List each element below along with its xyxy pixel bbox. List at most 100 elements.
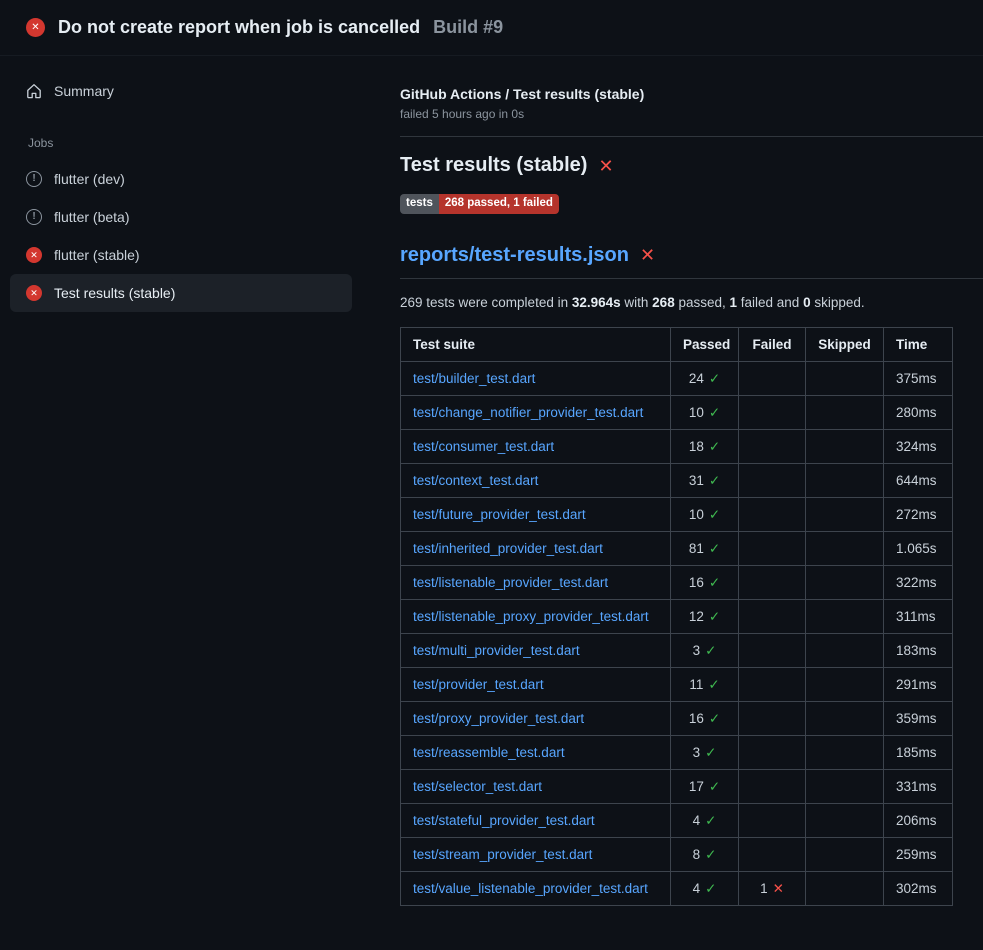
check-icon: ✓ (709, 405, 720, 420)
count-value: 8 (693, 847, 701, 862)
check-icon: ✓ (709, 541, 720, 556)
time-cell: 272ms (884, 497, 953, 531)
passed-cell: 17✓ (671, 769, 739, 803)
suite-cell: test/context_test.dart (401, 463, 671, 497)
suite-link[interactable]: test/builder_test.dart (413, 371, 535, 386)
tests-badge: tests 268 passed, 1 failed (400, 194, 559, 214)
main-content: GitHub Actions / Test results (stable) f… (374, 56, 983, 906)
table-row: test/inherited_provider_test.dart 81✓ 1.… (401, 531, 953, 565)
skipped-cell (806, 361, 884, 395)
table-row: test/context_test.dart 31✓ 644ms (401, 463, 953, 497)
count-value: 24 (689, 371, 704, 386)
passed-cell: 10✓ (671, 497, 739, 531)
skipped-cell (806, 701, 884, 735)
table-row: test/listenable_proxy_provider_test.dart… (401, 599, 953, 633)
time-cell: 291ms (884, 667, 953, 701)
count-value: 12 (689, 609, 704, 624)
suite-link[interactable]: test/future_provider_test.dart (413, 507, 586, 522)
suite-cell: test/builder_test.dart (401, 361, 671, 395)
suite-link[interactable]: test/multi_provider_test.dart (413, 643, 580, 658)
suite-link[interactable]: test/value_listenable_provider_test.dart (413, 881, 648, 896)
build-title: Do not create report when job is cancell… (58, 17, 420, 38)
section-title-text: Test results (stable) (400, 154, 587, 177)
time-cell: 183ms (884, 633, 953, 667)
failed-cell: 1✕ (739, 871, 806, 905)
cross-icon: ✕ (773, 881, 784, 896)
suite-cell: test/selector_test.dart (401, 769, 671, 803)
suite-cell: test/stream_provider_test.dart (401, 837, 671, 871)
build-failed-status-icon: ✕ (26, 18, 45, 37)
time-cell: 324ms (884, 429, 953, 463)
suite-cell: test/listenable_provider_test.dart (401, 565, 671, 599)
table-row: test/selector_test.dart 17✓ 331ms (401, 769, 953, 803)
check-icon: ✓ (709, 711, 720, 726)
jobs-section-label: Jobs (28, 136, 352, 150)
table-row: test/listenable_provider_test.dart 16✓ 3… (401, 565, 953, 599)
suite-link[interactable]: test/consumer_test.dart (413, 439, 554, 454)
suite-link[interactable]: test/reassemble_test.dart (413, 745, 565, 760)
sidebar-item-label: Test results (stable) (54, 285, 175, 301)
passed-cell: 18 ✓ (671, 429, 739, 463)
suite-cell: test/provider_test.dart (401, 667, 671, 701)
suite-link[interactable]: test/context_test.dart (413, 473, 538, 488)
table-row: test/stateful_provider_test.dart 4✓ 206m… (401, 803, 953, 837)
table-row: test/change_notifier_provider_test.dart … (401, 395, 953, 429)
failed-x-icon: ✕ (598, 157, 613, 175)
failed-cell (739, 463, 806, 497)
failed-status-icon: ✕ (26, 247, 42, 263)
passed-cell: 3✓ (671, 735, 739, 769)
exclamation-glyph: ! (32, 212, 35, 222)
suite-link[interactable]: test/listenable_proxy_provider_test.dart (413, 609, 649, 624)
passed-cell: 4✓ (671, 803, 739, 837)
page: ✕ Do not create report when job is cance… (0, 0, 983, 950)
count-value: 3 (693, 643, 701, 658)
skipped-cell (806, 769, 884, 803)
suite-cell: test/consumer_test.dart (401, 429, 671, 463)
suite-link[interactable]: test/provider_test.dart (413, 677, 544, 692)
suite-link[interactable]: test/stream_provider_test.dart (413, 847, 592, 862)
time-cell: 311ms (884, 599, 953, 633)
skipped-cell (806, 531, 884, 565)
suite-link[interactable]: test/proxy_provider_test.dart (413, 711, 584, 726)
sidebar-item-flutter-beta[interactable]: ! flutter (beta) (10, 198, 352, 236)
failed-cell (739, 803, 806, 837)
count-value: 18 (689, 439, 704, 454)
skipped-cell (806, 633, 884, 667)
skipped-cell (806, 429, 884, 463)
suite-link[interactable]: test/change_notifier_provider_test.dart (413, 405, 643, 420)
x-glyph: ✕ (30, 289, 38, 298)
failed-cell (739, 395, 806, 429)
report-heading: reports/test-results.json ✕ (400, 244, 983, 279)
x-glyph: ✕ (30, 251, 38, 260)
sidebar-item-flutter-stable[interactable]: ✕ flutter (stable) (10, 236, 352, 274)
suite-link[interactable]: test/listenable_provider_test.dart (413, 575, 608, 590)
skipped-cell (806, 497, 884, 531)
count-value: 4 (693, 813, 701, 828)
passed-cell: 16✓ (671, 565, 739, 599)
suite-cell: test/stateful_provider_test.dart (401, 803, 671, 837)
suite-link[interactable]: test/selector_test.dart (413, 779, 542, 794)
passed-cell: 31✓ (671, 463, 739, 497)
failed-cell (739, 701, 806, 735)
suite-link[interactable]: test/stateful_provider_test.dart (413, 813, 595, 828)
suite-cell: test/proxy_provider_test.dart (401, 701, 671, 735)
column-header-passed: Passed (671, 327, 739, 361)
count-value: 3 (693, 745, 701, 760)
badge-label: tests (400, 194, 439, 214)
suite-link[interactable]: test/inherited_provider_test.dart (413, 541, 603, 556)
sidebar-item-summary[interactable]: Summary (10, 72, 352, 110)
skipped-cell (806, 735, 884, 769)
check-icon: ✓ (709, 439, 720, 454)
sidebar-item-flutter-dev[interactable]: ! flutter (dev) (10, 160, 352, 198)
sidebar-item-label: flutter (dev) (54, 171, 125, 187)
table-row: test/future_provider_test.dart 10✓ 272ms (401, 497, 953, 531)
sidebar-item-test-results-stable[interactable]: ✕ Test results (stable) (10, 274, 352, 312)
report-file-link[interactable]: reports/test-results.json (400, 244, 629, 267)
skipped-cell (806, 837, 884, 871)
table-row: test/provider_test.dart 11✓ 291ms (401, 667, 953, 701)
passed-cell: 10✓ (671, 395, 739, 429)
check-icon: ✓ (709, 609, 720, 624)
count-value: 10 (689, 507, 704, 522)
time-cell: 331ms (884, 769, 953, 803)
failed-cell (739, 531, 806, 565)
